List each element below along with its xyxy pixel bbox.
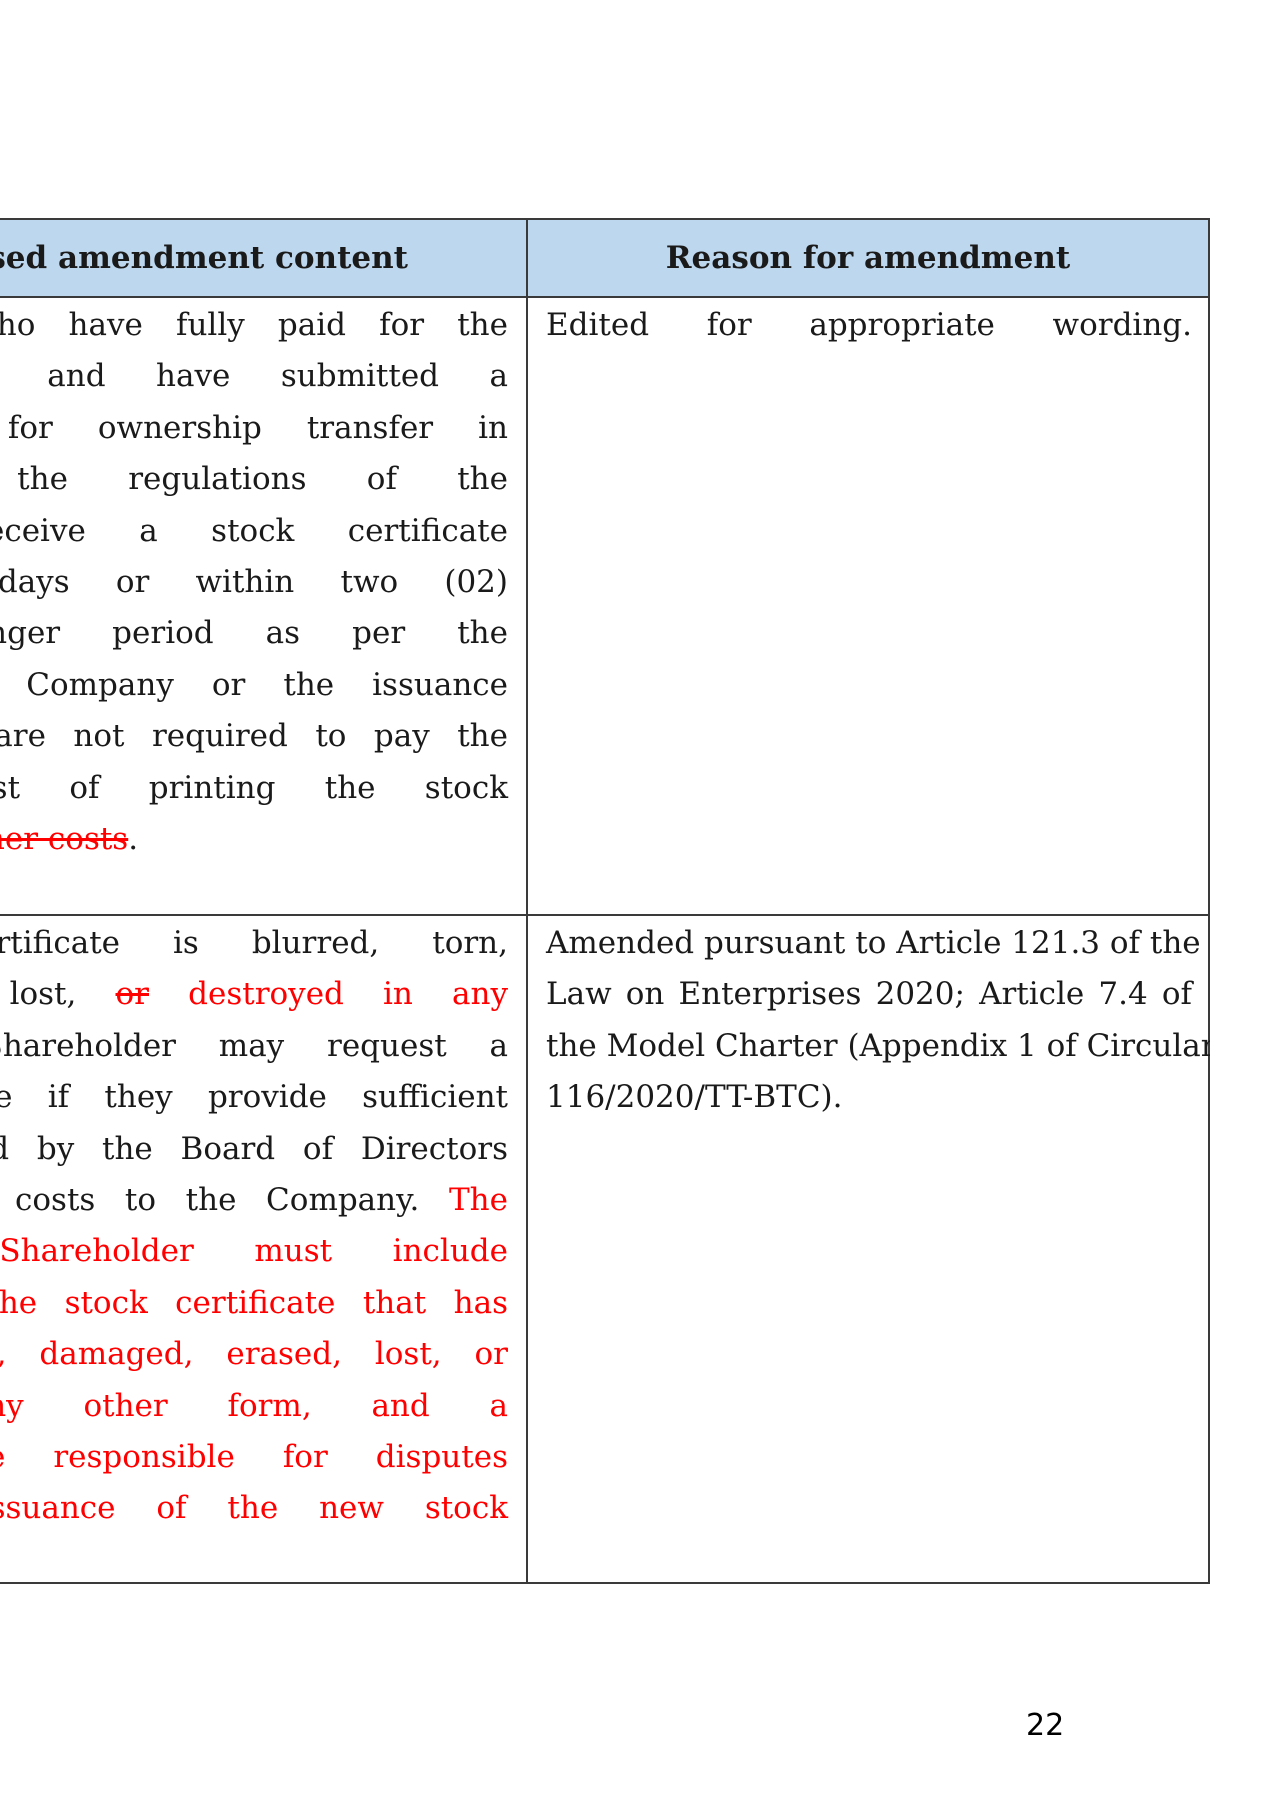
text-run: . <box>128 820 139 857</box>
header-reason: Reason for amendment <box>665 240 1071 276</box>
text-run: the Shareholder may request a <box>0 1027 508 1064</box>
text-run: k certificate is blurred, torn, <box>0 925 508 961</box>
text-run: rtificate if they provide sufficient <box>0 1079 508 1116</box>
text-run <box>149 976 188 1012</box>
text-run: (30) days or within two (02) <box>0 563 508 600</box>
inserted-text: , torn, damaged, erased, lost, or <box>0 1336 508 1373</box>
table-row: k certificate is blurred, torn, ased, lo… <box>0 916 1210 1584</box>
text-line: rtificate if they provide sufficient <box>0 1072 508 1123</box>
inserted-text: destroyed in any <box>188 976 508 1013</box>
row2-content-cell: k certificate is blurred, torn, ased, lo… <box>0 916 528 1582</box>
inserted-text: to be responsible for disputes <box>0 1438 508 1475</box>
table-row: ers who have fully paid for the Shares a… <box>0 298 1210 916</box>
inserted-text: The <box>449 1181 508 1218</box>
row2-reason-text: Amended pursuant to Article 121.3 of the… <box>546 918 1210 1124</box>
text-line: ers who have fully paid for the <box>0 300 508 351</box>
text-run: a longer period as per the <box>0 615 508 652</box>
text-run: equired by the Board of Directors <box>0 1130 508 1167</box>
text-line: f the Company or the issuance <box>0 660 508 711</box>
text-line: any other costs. <box>0 814 508 865</box>
inserted-text: n any other form, and a <box>0 1387 508 1424</box>
row2-content-text: k certificate is blurred, torn, ased, lo… <box>0 918 508 1535</box>
text-line: the Shareholder must include <box>0 1226 508 1277</box>
header-cell-reason: Reason for amendment <box>528 220 1210 296</box>
row1-content-cell: ers who have fully paid for the Shares a… <box>0 298 528 914</box>
text-line: Edited for appropriate wording. <box>546 307 1192 343</box>
text-line: bout the stock certificate that has <box>0 1278 508 1329</box>
inserted-text: bout the stock certificate that has <box>0 1284 508 1321</box>
text-line: the Shareholder may request a <box>0 1021 508 1072</box>
text-line: equired by the Board of Directors <box>0 1124 508 1175</box>
text-line: the Model Charter (Appendix 1 of Circula… <box>546 1027 1210 1064</box>
text-run: lders are not required to pay the <box>0 718 508 755</box>
text-run: e cost of printing the stock <box>0 769 508 806</box>
text-line: a longer period as per the <box>0 608 508 659</box>
text-line: k certificate is blurred, torn, <box>0 918 508 969</box>
text-line: 116/2020/TT-BTC). <box>546 1079 843 1116</box>
text-line: to be responsible for disputes <box>0 1432 508 1483</box>
text-line: Amended pursuant to Article 121.3 of the <box>546 925 1201 961</box>
text-line: ased, lost, or destroyed in any <box>0 969 508 1020</box>
text-run: with the regulations of the <box>0 461 508 498</box>
text-line: (30) days or within two (02) <box>0 557 508 608</box>
table-header-row: sed amendment content Reason for amendme… <box>0 218 1210 298</box>
amendment-table: sed amendment content Reason for amendme… <box>0 218 1210 1584</box>
text-run: f the Company or the issuance <box>0 666 508 703</box>
text-line: Law on Enterprises 2020; Article 7.4 of <box>546 976 1192 1013</box>
row1-reason-text: Edited for appropriate wording. <box>546 300 1192 351</box>
text-run: elated costs to the Company. <box>0 1181 420 1218</box>
inserted-text: the Shareholder must include <box>0 1233 508 1270</box>
row1-content-text: ers who have fully paid for the Shares a… <box>0 300 508 865</box>
text-line: n any other form, and a <box>0 1381 508 1432</box>
inserted-text: the issuance of the new stock <box>0 1490 508 1527</box>
page-number: 22 <box>1026 1708 1065 1743</box>
text-line: Shares and have submitted a <box>0 351 508 402</box>
text-run: ers who have fully paid for the <box>0 307 508 343</box>
text-line: , torn, damaged, erased, lost, or <box>0 1329 508 1380</box>
deleted-text: or <box>115 976 149 1013</box>
text-line: e cost of printing the stock <box>0 763 508 814</box>
text-run: receive a stock certificate <box>0 512 508 549</box>
text-line: lders are not required to pay the <box>0 711 508 762</box>
text-line: the issuance of the new stock <box>0 1483 508 1534</box>
row2-reason-cell: Amended pursuant to Article 121.3 of the… <box>528 916 1210 1582</box>
text-line: ill receive a stock certificate <box>0 506 508 557</box>
text-run: Shares and have submitted a <box>0 358 508 395</box>
text-line: with the regulations of the <box>0 454 508 505</box>
text-line: ssier for ownership transfer in <box>0 403 508 454</box>
text-line: elated costs to the Company. The <box>0 1175 508 1226</box>
header-cell-proposed-content: sed amendment content <box>0 220 528 296</box>
deleted-text: any other costs <box>0 820 129 857</box>
text-run: ased, lost, <box>0 976 77 1013</box>
header-proposed-content: sed amendment content <box>0 240 408 276</box>
row1-reason-cell: Edited for appropriate wording. <box>528 298 1210 914</box>
text-run: ssier for ownership transfer in <box>0 409 508 446</box>
